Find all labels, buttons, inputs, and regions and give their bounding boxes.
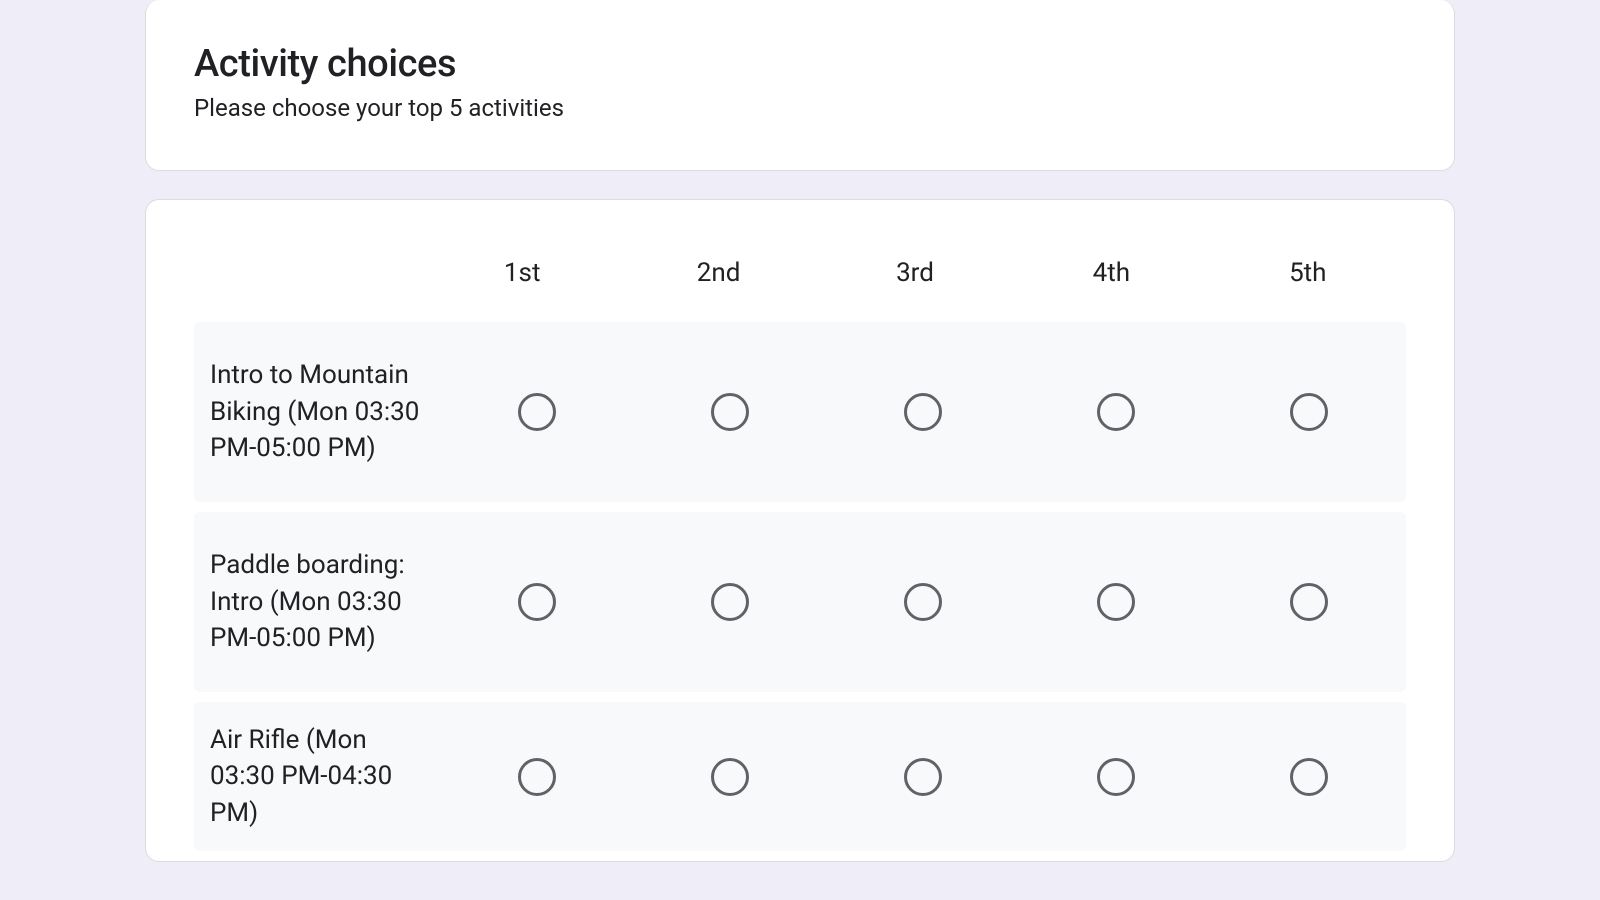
radio-row1-3rd[interactable]: [904, 583, 942, 621]
radio-row1-5th[interactable]: [1290, 583, 1328, 621]
column-header-1st: 1st: [424, 258, 620, 288]
row-label: Paddle boarding: Intro (Mon 03:30 PM-05:…: [210, 547, 440, 656]
section-description: Please choose your top 5 activities: [194, 94, 1406, 122]
radio-row1-1st[interactable]: [518, 583, 556, 621]
radio-row0-2nd[interactable]: [711, 393, 749, 431]
grid-header-row: 1st 2nd 3rd 4th 5th: [194, 258, 1406, 288]
radio-row2-2nd[interactable]: [711, 758, 749, 796]
radio-row0-3rd[interactable]: [904, 393, 942, 431]
grid-row: Air Rifle (Mon 03:30 PM-04:30 PM): [194, 702, 1406, 851]
grid-row: Intro to Mountain Biking (Mon 03:30 PM-0…: [194, 322, 1406, 502]
row-label: Intro to Mountain Biking (Mon 03:30 PM-0…: [210, 357, 440, 466]
column-header-2nd: 2nd: [620, 258, 816, 288]
radio-row2-3rd[interactable]: [904, 758, 942, 796]
column-header-3rd: 3rd: [817, 258, 1013, 288]
column-header-4th: 4th: [1013, 258, 1209, 288]
choice-grid-card: 1st 2nd 3rd 4th 5th Intro to Mountain Bi…: [145, 199, 1455, 862]
radio-row1-2nd[interactable]: [711, 583, 749, 621]
radio-row1-4th[interactable]: [1097, 583, 1135, 621]
radio-row0-1st[interactable]: [518, 393, 556, 431]
section-title: Activity choices: [194, 42, 1406, 86]
radio-row0-4th[interactable]: [1097, 393, 1135, 431]
radio-row2-5th[interactable]: [1290, 758, 1328, 796]
radio-row2-1st[interactable]: [518, 758, 556, 796]
grid-row: Paddle boarding: Intro (Mon 03:30 PM-05:…: [194, 512, 1406, 692]
column-header-5th: 5th: [1210, 258, 1406, 288]
row-label: Air Rifle (Mon 03:30 PM-04:30 PM): [210, 722, 440, 831]
radio-row0-5th[interactable]: [1290, 393, 1328, 431]
section-header-card: Activity choices Please choose your top …: [145, 0, 1455, 171]
radio-row2-4th[interactable]: [1097, 758, 1135, 796]
